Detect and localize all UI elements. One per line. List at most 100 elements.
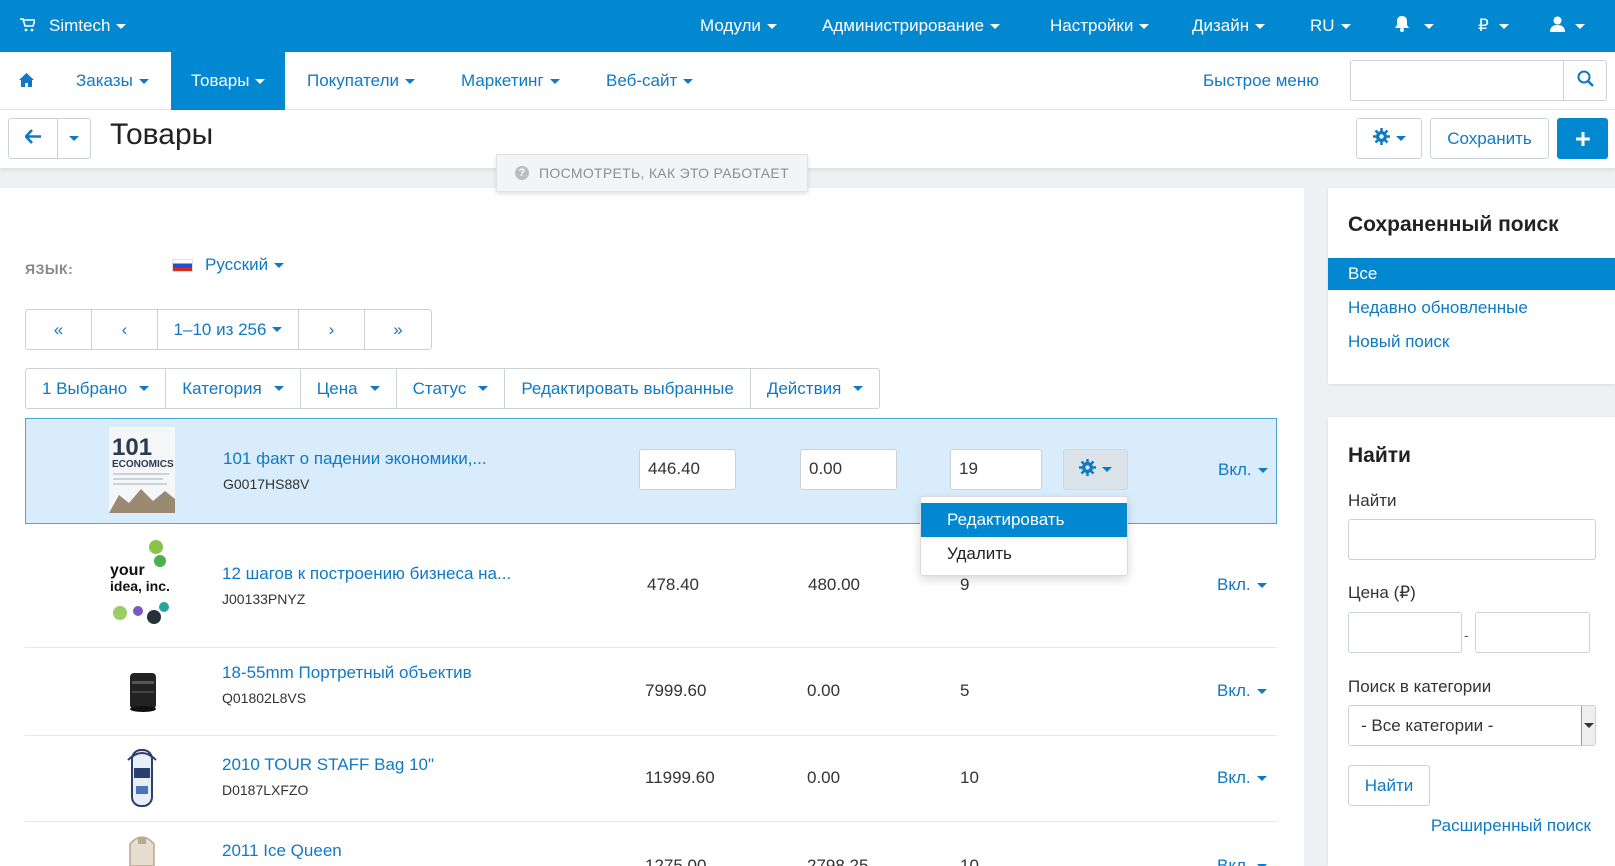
price-value: 1275.00 [645, 856, 707, 866]
user-icon [1550, 16, 1565, 37]
category-select[interactable]: - Все категории - [1348, 705, 1596, 746]
chevron-down-icon [1139, 23, 1150, 29]
notifications-menu[interactable] [1394, 0, 1434, 52]
search-button[interactable] [1563, 60, 1607, 101]
product-name-link[interactable]: 2010 TOUR STAFF Bag 10" [222, 755, 434, 775]
list-price-input[interactable]: 0.00 [800, 449, 897, 490]
price-value: 11999.60 [645, 768, 715, 787]
saved-search-all[interactable]: Все [1328, 258, 1615, 290]
nav-products[interactable]: Товары [171, 52, 286, 110]
product-code: G0017HS88V [223, 476, 310, 492]
list-price-value: 0.00 [807, 768, 841, 787]
menu-item-delete[interactable]: Удалить [921, 537, 1127, 571]
table-row[interactable]: 2011 Ice Queen 1275.00 2798.25 10 Вкл. [25, 822, 1277, 866]
list-price-value: 0.00 [807, 681, 841, 700]
menu-settings[interactable]: Настройки [1050, 0, 1150, 52]
product-name-link[interactable]: 101 факт о падении экономики,... [223, 449, 487, 469]
add-product-button[interactable] [1557, 118, 1608, 159]
status-filter[interactable]: Статус [397, 369, 506, 408]
language-menu[interactable]: RU [1310, 0, 1351, 52]
svg-text:101: 101 [112, 434, 152, 461]
menu-label: Настройки [1050, 16, 1134, 35]
product-image[interactable] [108, 671, 174, 713]
svg-text:your: your [110, 562, 145, 579]
history-dropdown-button[interactable] [57, 118, 91, 159]
nav-marketing[interactable]: Маркетинг [461, 52, 560, 110]
last-page-button[interactable]: » [365, 310, 431, 349]
edit-selected-button[interactable]: Редактировать выбранные [505, 369, 751, 408]
price-value: 7999.60 [645, 681, 707, 700]
product-name-link[interactable]: 18-55mm Портретный объектив [222, 663, 472, 683]
nav-customers[interactable]: Покупатели [307, 52, 415, 110]
quantity-input[interactable]: 19 [950, 449, 1042, 490]
save-button[interactable]: Сохранить [1430, 118, 1549, 159]
first-page-button[interactable]: « [26, 310, 92, 349]
product-image[interactable]: 101 ECONOMICS [109, 427, 175, 513]
status-dropdown[interactable]: Вкл. [1217, 681, 1267, 701]
store-switcher[interactable]: Simtech [20, 0, 127, 52]
nav-orders[interactable]: Заказы [76, 52, 149, 110]
price-from-input[interactable] [1348, 612, 1462, 653]
global-search-input[interactable] [1350, 60, 1565, 101]
user-menu[interactable] [1550, 0, 1585, 52]
next-page-button[interactable]: › [299, 310, 365, 349]
actions-dropdown[interactable]: Действия [751, 369, 879, 408]
price-input[interactable]: 446.40 [639, 449, 736, 490]
nav-label: Товары [191, 71, 250, 90]
price-filter[interactable]: Цена [301, 369, 397, 408]
nav-label: Заказы [76, 71, 133, 90]
menu-label: Модули [700, 16, 761, 35]
product-image[interactable] [108, 832, 174, 866]
menu-modules[interactable]: Модули [700, 0, 777, 52]
language-select[interactable]: Русский [172, 255, 285, 275]
settings-dropdown-button[interactable] [1356, 118, 1422, 159]
chevron-down-icon [139, 386, 150, 391]
saved-search-new[interactable]: Новый поиск [1328, 326, 1615, 358]
find-label: Найти [1348, 491, 1397, 510]
store-name: Simtech [49, 16, 111, 35]
saved-search-panel: Сохраненный поиск Все Недавно обновленны… [1328, 188, 1615, 384]
menu-design[interactable]: Дизайн [1192, 0, 1266, 52]
price-to-input[interactable] [1475, 612, 1590, 653]
status-dropdown[interactable]: Вкл. [1217, 856, 1267, 866]
chevron-down-icon [274, 262, 285, 268]
quick-menu-link[interactable]: Быстрое меню [1203, 52, 1319, 110]
back-button[interactable] [8, 118, 58, 159]
find-title: Найти [1348, 444, 1411, 467]
saved-search-recent[interactable]: Недавно обновленные [1328, 292, 1615, 324]
status-dropdown[interactable]: Вкл. [1217, 575, 1267, 595]
status-dropdown[interactable]: Вкл. [1218, 460, 1268, 480]
product-image[interactable]: your idea, inc. [108, 537, 174, 629]
product-image[interactable] [108, 746, 174, 812]
page-title: Товары [110, 118, 214, 151]
category-filter[interactable]: Категория [166, 369, 301, 408]
select-arrow-icon [1581, 706, 1595, 745]
how-it-works-link[interactable]: ? ПОСМОТРЕТЬ, КАК ЭТО РАБОТАЕТ [496, 154, 808, 192]
find-input[interactable] [1348, 519, 1596, 560]
status-dropdown[interactable]: Вкл. [1217, 768, 1267, 788]
table-row[interactable]: 2010 TOUR STAFF Bag 10" D0187LXFZO 11999… [25, 736, 1277, 822]
currency-menu[interactable]: ₽ [1478, 0, 1509, 52]
pagination: « ‹ 1–10 из 256 › » [25, 309, 432, 350]
chevron-down-icon [272, 327, 283, 332]
product-name-link[interactable]: 2011 Ice Queen [222, 841, 342, 861]
chevron-down-icon [683, 78, 694, 84]
page-range-dropdown[interactable]: 1–10 из 256 [158, 310, 299, 349]
chevron-down-icon [116, 23, 127, 29]
chevron-down-icon [369, 386, 380, 391]
price-separator: - [1464, 627, 1469, 643]
row-settings-button[interactable] [1063, 449, 1128, 490]
advanced-search-link[interactable]: Расширенный поиск [1431, 816, 1591, 836]
selected-dropdown[interactable]: 1 Выбрано [26, 369, 167, 408]
menu-item-edit[interactable]: Редактировать [921, 503, 1127, 537]
table-row[interactable]: 18-55mm Портретный объектив Q01802L8VS 7… [25, 649, 1277, 736]
find-button[interactable]: Найти [1348, 765, 1430, 806]
home-icon[interactable] [18, 72, 35, 89]
status-label: Вкл. [1218, 460, 1252, 479]
prev-page-button[interactable]: ‹ [92, 310, 158, 349]
howto-label: ПОСМОТРЕТЬ, КАК ЭТО РАБОТАЕТ [539, 165, 789, 181]
product-name-link[interactable]: 12 шагов к построению бизнеса на... [222, 564, 511, 584]
find-button-label: Найти [1364, 775, 1414, 795]
menu-administration[interactable]: Администрирование [822, 0, 1001, 52]
nav-website[interactable]: Веб-сайт [606, 52, 694, 110]
